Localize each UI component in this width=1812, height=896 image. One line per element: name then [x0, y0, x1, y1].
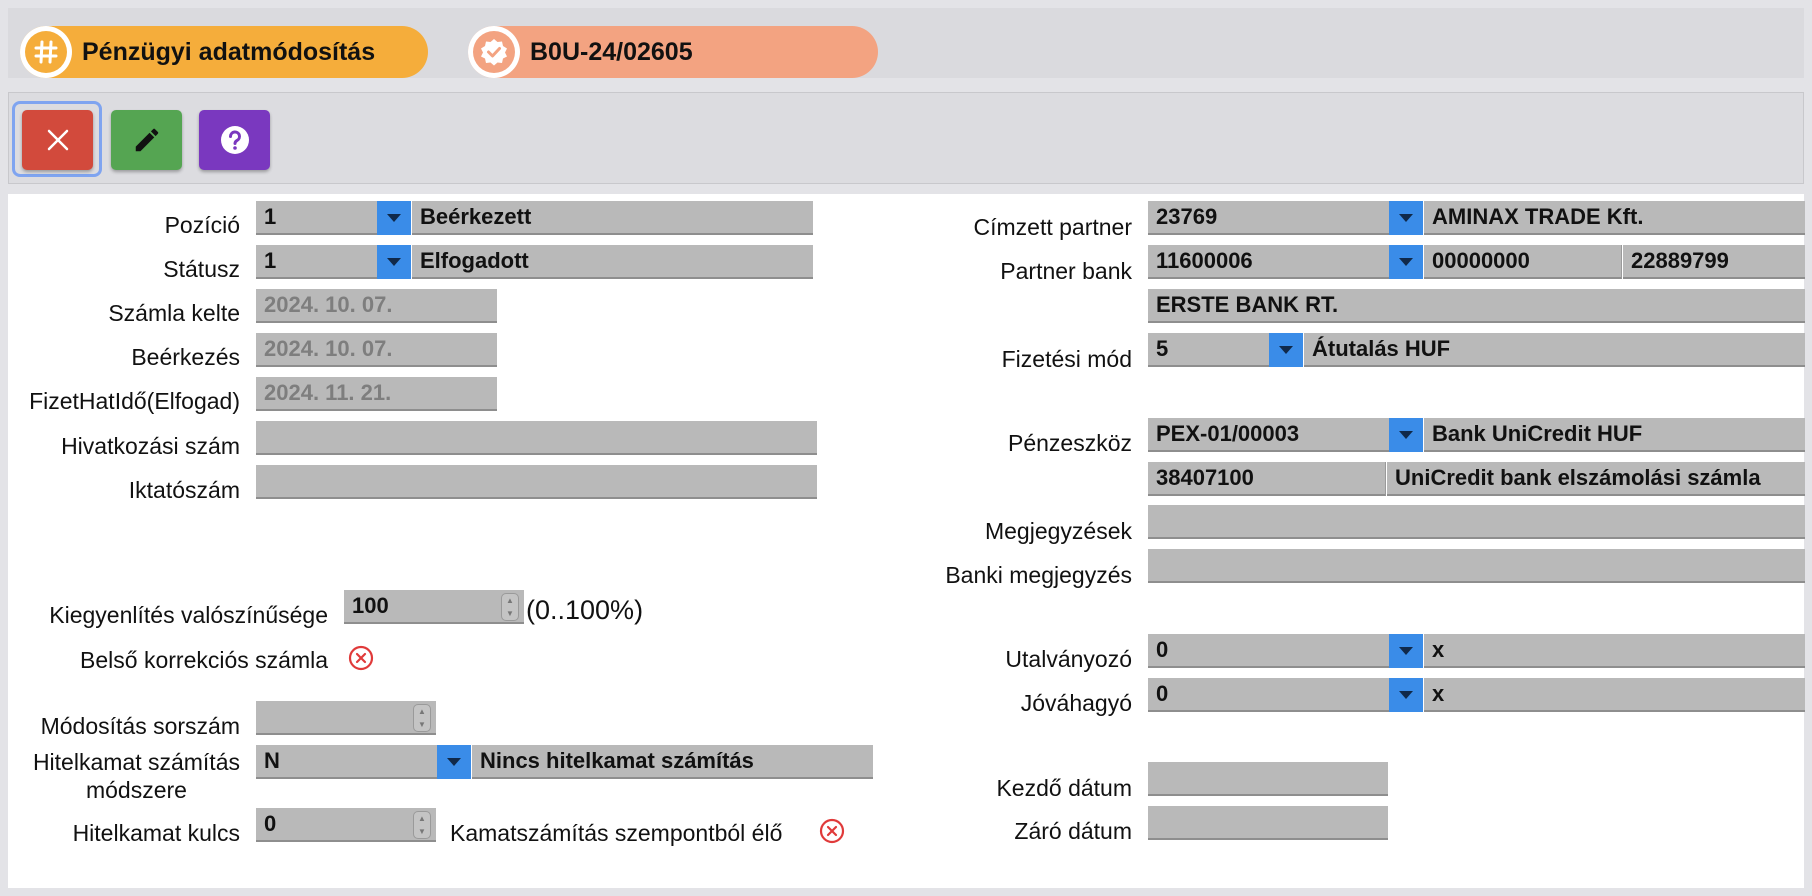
banki-megjegyzes-input[interactable] [1148, 549, 1805, 583]
beerkezes-field: 2024. 10. 07. [256, 333, 497, 367]
cimzett-partner-code-field[interactable]: 23769 [1148, 201, 1390, 235]
iktatoszam-label: Iktatószám [128, 477, 240, 503]
close-button[interactable] [22, 110, 93, 170]
hitelkamat-kulcs-input[interactable]: 0 [256, 808, 436, 842]
partner-bank-part2-field[interactable]: 00000000 [1424, 245, 1622, 279]
kamatszamitas-toggle-icon[interactable] [819, 818, 845, 844]
page-title-badge: Pénzügyi adatmódosítás [20, 26, 428, 78]
fizetesi-mod-label: Fizetési mód [1001, 346, 1132, 372]
penzeszkoz-account-name-field: UniCredit bank elszámolási számla [1387, 462, 1805, 496]
jovahagyo-dropdown-button[interactable] [1389, 678, 1423, 712]
penzeszkoz-account-field: 38407100 [1148, 462, 1386, 496]
pozicio-text-field: Beérkezett [412, 201, 813, 235]
hitelkamat-modszer-label: Hitelkamat számítás módszere [32, 749, 240, 803]
partner-bank-dropdown-button[interactable] [1389, 245, 1423, 279]
modositas-sorszam-input[interactable] [256, 701, 436, 735]
hash-icon [25, 31, 67, 73]
close-icon [47, 129, 68, 151]
partner-bank-part1-field[interactable]: 11600006 [1148, 245, 1390, 279]
statusz-code-field[interactable]: 1 [256, 245, 378, 279]
kiegyenlites-stepper[interactable]: ▲ ▼ [501, 593, 519, 621]
modositas-sorszam-label: Módosítás sorszám [40, 713, 240, 739]
szamla-kelte-label: Számla kelte [108, 300, 240, 326]
beerkezes-label: Beérkezés [131, 344, 240, 370]
hitelkamat-modszer-code-field[interactable]: N [256, 745, 438, 779]
belso-korrekcios-toggle-icon[interactable] [348, 645, 374, 671]
utalvanyozo-label: Utalványozó [1005, 646, 1132, 672]
fizetesi-mod-dropdown-button[interactable] [1269, 333, 1303, 367]
partner-bank-label: Partner bank [1000, 258, 1132, 284]
utalvanyozo-code-field[interactable]: 0 [1148, 634, 1390, 668]
penzeszkoz-dropdown-button[interactable] [1389, 418, 1423, 452]
hitelkamat-modszer-text-field: Nincs hitelkamat számítás [472, 745, 873, 779]
statusz-dropdown-button[interactable] [377, 245, 411, 279]
penzeszkoz-code-field[interactable]: PEX-01/00003 [1148, 418, 1390, 452]
utalvanyozo-dropdown-button[interactable] [1389, 634, 1423, 668]
megjegyzesek-label: Megjegyzések [984, 518, 1132, 544]
edit-button[interactable] [111, 110, 182, 170]
szamla-kelte-field: 2024. 10. 07. [256, 289, 497, 323]
modositas-sorszam-stepper[interactable]: ▲ ▼ [413, 704, 431, 732]
fizetesi-mod-code-field[interactable]: 5 [1148, 333, 1270, 367]
hitelkamat-kulcs-stepper[interactable]: ▲ ▼ [413, 811, 431, 839]
hitelkamat-kulcs-label: Hitelkamat kulcs [72, 820, 240, 846]
kezdo-datum-input[interactable] [1148, 762, 1388, 796]
hivatkozasi-szam-input[interactable] [256, 421, 817, 455]
kiegyenlites-input[interactable]: 100 [344, 590, 524, 624]
penzeszkoz-label: Pénzeszköz [1007, 430, 1132, 456]
utalvanyozo-text-field: x [1424, 634, 1805, 668]
banki-megjegyzes-label: Banki megjegyzés [945, 562, 1132, 588]
kezdo-datum-label: Kezdő dátum [996, 775, 1132, 801]
cimzett-partner-dropdown-button[interactable] [1389, 201, 1423, 235]
belso-korrekcios-label: Belső korrekciós számla [80, 647, 328, 673]
fizetesi-mod-text-field: Átutalás HUF [1304, 333, 1805, 367]
fizet-hatido-label: FizetHatIdő(Elfogad) [29, 388, 240, 414]
zaro-datum-input[interactable] [1148, 806, 1388, 840]
page-title: Pénzügyi adatmódosítás [82, 37, 376, 66]
hitelkamat-modszer-dropdown-button[interactable] [437, 745, 471, 779]
statusz-text-field: Elfogadott [412, 245, 813, 279]
partner-bank-name-field: ERSTE BANK RT. [1148, 289, 1805, 323]
kamatszamitas-label: Kamatszámítás szempontból élő [450, 820, 783, 846]
verified-icon [473, 31, 515, 73]
cimzett-partner-text-field: AMINAX TRADE Kft. [1424, 201, 1805, 235]
toolbar [8, 92, 1804, 184]
jovahagyo-text-field: x [1424, 678, 1805, 712]
pozicio-dropdown-button[interactable] [377, 201, 411, 235]
kiegyenlites-label: Kiegyenlítés valószínűsége [49, 602, 328, 628]
kiegyenlites-range-text: (0..100%) [526, 595, 644, 625]
document-id: B0U-24/02605 [530, 37, 693, 66]
pencil-icon [135, 128, 158, 152]
fizet-hatido-field: 2024. 11. 21. [256, 377, 497, 411]
help-icon [220, 126, 249, 154]
help-button[interactable] [199, 110, 270, 170]
cimzett-partner-label: Címzett partner [973, 214, 1133, 240]
pozicio-label: Pozíció [164, 212, 240, 238]
zaro-datum-label: Záró dátum [1014, 818, 1132, 844]
megjegyzesek-input[interactable] [1148, 505, 1805, 539]
jovahagyo-label: Jóváhagyó [1020, 690, 1132, 716]
pozicio-code-field[interactable]: 1 [256, 201, 378, 235]
statusz-label: Státusz [163, 256, 240, 282]
partner-bank-part3-field[interactable]: 22889799 [1623, 245, 1805, 279]
document-id-badge: B0U-24/02605 [468, 26, 878, 78]
iktatoszam-input[interactable] [256, 465, 817, 499]
hivatkozasi-szam-label: Hivatkozási szám [61, 433, 240, 459]
penzeszkoz-text-field: Bank UniCredit HUF [1424, 418, 1805, 452]
jovahagyo-code-field[interactable]: 0 [1148, 678, 1390, 712]
